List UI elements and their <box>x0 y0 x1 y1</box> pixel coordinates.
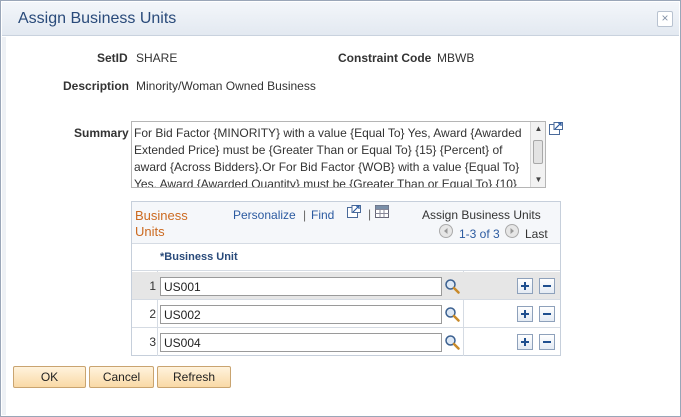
separator: | <box>303 208 307 222</box>
grid-header: Business Units Personalize | Find | Assi… <box>132 202 560 244</box>
table-row: 3 <box>132 328 560 356</box>
left-edge <box>2 37 6 415</box>
constraint-code-value: MBWB <box>437 51 475 65</box>
last-link[interactable]: Last <box>525 227 548 241</box>
download-grid-icon[interactable] <box>375 205 389 218</box>
cancel-button[interactable]: Cancel <box>89 366 154 388</box>
constraint-code-label: Constraint Code <box>338 51 432 65</box>
lookup-icon[interactable] <box>444 306 460 322</box>
column-header-row: *Business Unit <box>132 245 560 271</box>
scroll-thumb[interactable] <box>533 140 543 164</box>
plus-icon <box>521 338 529 346</box>
summary-label: Summary <box>74 126 129 140</box>
pagination-text: 1-3 of 3 <box>459 227 500 241</box>
table-row: 1 <box>132 272 560 300</box>
setid-label: SetID <box>97 51 128 65</box>
dialog-title: Assign Business Units <box>18 10 177 27</box>
delete-row-button[interactable] <box>539 278 555 294</box>
delete-row-button[interactable] <box>539 306 555 322</box>
business-unit-input[interactable] <box>160 305 442 324</box>
summary-textarea[interactable]: For Bid Factor {MINORITY} with a value {… <box>131 121 546 188</box>
dialog-title-bar: Assign Business Units × <box>2 2 679 36</box>
ok-button[interactable]: OK <box>13 366 86 388</box>
grid-title: Business Units <box>135 208 188 239</box>
expand-icon[interactable] <box>549 122 563 135</box>
description-value: Minority/Woman Owned Business <box>136 79 316 93</box>
minus-icon <box>543 313 551 315</box>
setid-value: SHARE <box>136 51 178 65</box>
row-number: 1 <box>149 279 156 293</box>
refresh-button[interactable]: Refresh <box>157 366 231 388</box>
table-row: 2 <box>132 300 560 328</box>
add-row-button[interactable] <box>517 278 533 294</box>
lookup-icon[interactable] <box>444 278 460 294</box>
plus-icon <box>521 310 529 318</box>
lookup-icon[interactable] <box>444 334 460 350</box>
scroll-down-icon[interactable]: ▼ <box>531 173 545 187</box>
close-icon[interactable]: × <box>657 11 673 27</box>
minus-icon <box>543 285 551 287</box>
row-number: 2 <box>149 307 156 321</box>
find-link[interactable]: Find <box>311 208 334 222</box>
business-units-grid: Business Units Personalize | Find | Assi… <box>131 201 561 356</box>
business-unit-column-header[interactable]: *Business Unit <box>160 251 238 263</box>
view-all-icon[interactable] <box>347 205 361 218</box>
description-label: Description <box>63 79 130 93</box>
minus-icon <box>543 341 551 343</box>
plus-icon <box>521 282 529 290</box>
next-page-icon[interactable] <box>505 224 519 238</box>
add-row-button[interactable] <box>517 306 533 322</box>
business-unit-input[interactable] <box>160 277 442 296</box>
previous-page-icon[interactable] <box>439 224 453 238</box>
delete-row-button[interactable] <box>539 334 555 350</box>
grid-name: Assign Business Units <box>422 208 541 222</box>
summary-text: For Bid Factor {MINORITY} with a value {… <box>134 126 522 188</box>
scroll-up-icon[interactable]: ▲ <box>531 122 545 136</box>
assign-business-units-dialog: Assign Business Units × SetID SHARE Cons… <box>0 0 681 417</box>
summary-scrollbar[interactable]: ▲ ▼ <box>530 122 545 187</box>
row-number: 3 <box>149 335 156 349</box>
personalize-link[interactable]: Personalize <box>233 208 296 222</box>
separator: | <box>368 207 372 221</box>
business-unit-input[interactable] <box>160 333 442 352</box>
add-row-button[interactable] <box>517 334 533 350</box>
